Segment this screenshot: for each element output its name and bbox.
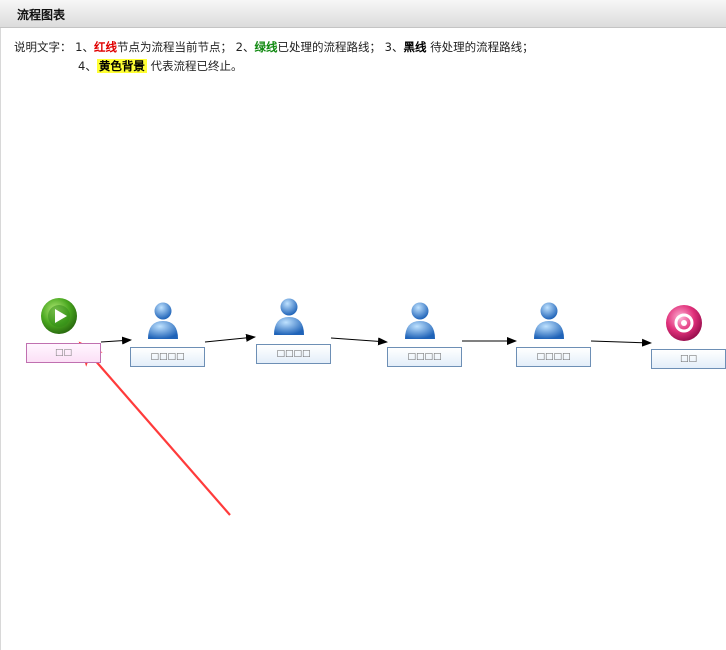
start-play-icon [41,298,77,334]
user-icon [148,302,178,339]
user-icon [274,298,304,335]
user-icon [534,302,564,339]
flow-node-end-label: □□ [651,349,726,369]
flow-node-step-1-label: □□□□ [130,347,205,367]
user-icon [405,302,435,339]
flow-edge-1 [100,336,132,345]
flow-node-step-3-label: □□□□ [387,347,462,367]
flow-node-step-4-label: □□□□ [516,347,591,367]
flow-connectors [78,333,652,516]
flow-node-step-2-label: □□□□ [256,344,331,364]
flow-edge-5 [590,338,652,347]
flow-edge-3 [330,337,388,346]
flow-edge-2 [204,333,256,343]
annotation-arrow [78,341,231,516]
end-stop-icon [666,305,702,341]
flow-node-start-label: □□ [26,343,101,363]
